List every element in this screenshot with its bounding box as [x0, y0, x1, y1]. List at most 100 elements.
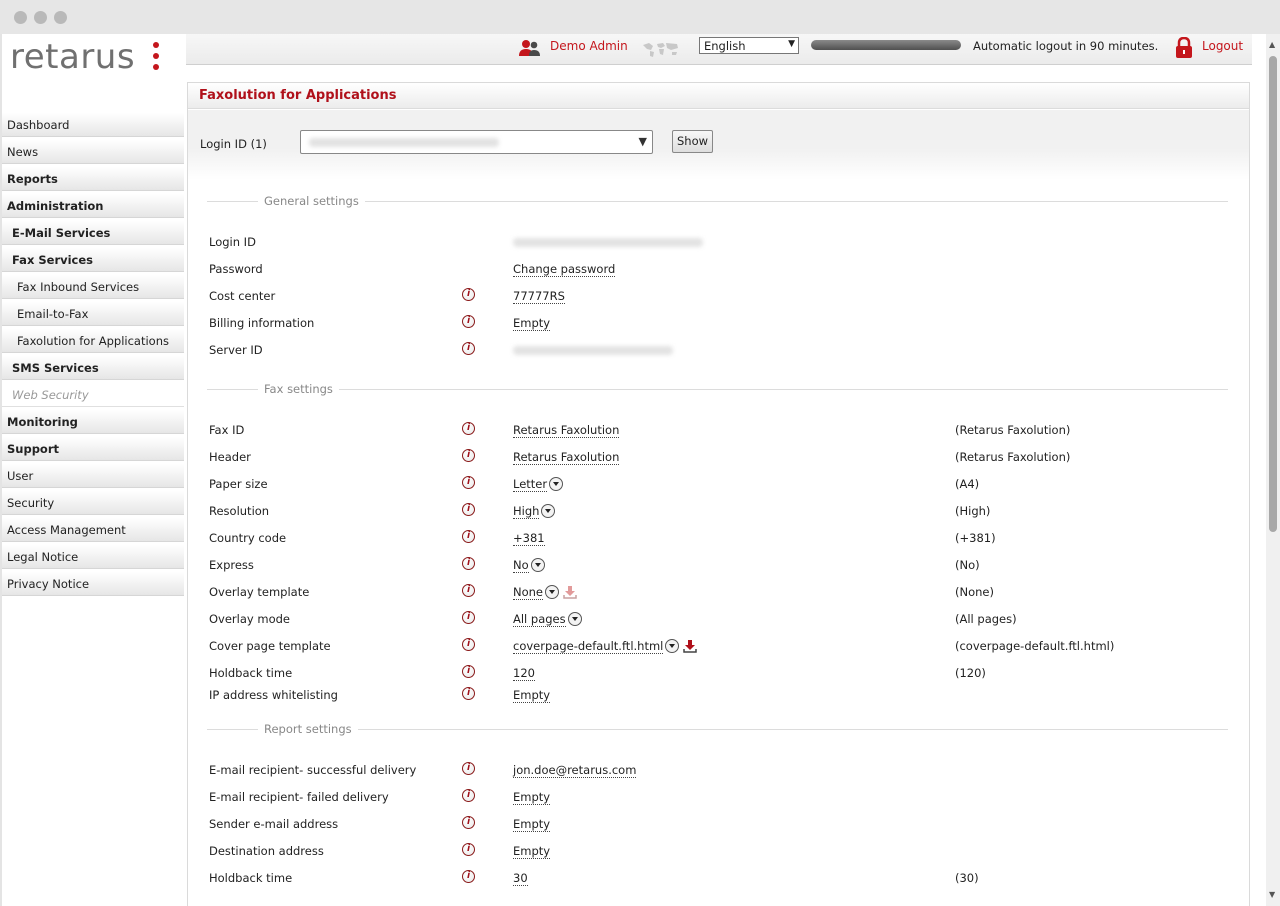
- logout-link[interactable]: Logout: [1202, 39, 1243, 53]
- editable-value[interactable]: All pages: [513, 612, 566, 627]
- info-icon[interactable]: i: [462, 315, 475, 328]
- sidebar-item-news[interactable]: News: [2, 140, 184, 164]
- sidebar-item-user[interactable]: User: [2, 464, 184, 488]
- sidebar-item-email-services[interactable]: E-Mail Services: [2, 221, 184, 245]
- window-maximize-dot[interactable]: [54, 11, 67, 24]
- sidebar-item-sms-services[interactable]: SMS Services: [2, 356, 184, 380]
- sidebar-item-security[interactable]: Security: [2, 491, 184, 515]
- retarus-logo[interactable]: retarus: [10, 37, 135, 77]
- setting-value[interactable]: All pages: [513, 611, 582, 627]
- sidebar-item-legal-notice[interactable]: Legal Notice: [2, 545, 184, 569]
- lock-icon[interactable]: [1175, 37, 1193, 59]
- setting-value[interactable]: Empty: [513, 817, 551, 832]
- page-scrollbar[interactable]: ▲ ▼: [1266, 34, 1280, 906]
- dropdown-icon[interactable]: [530, 557, 545, 572]
- scroll-up-icon[interactable]: ▲: [1269, 40, 1275, 49]
- info-icon[interactable]: i: [462, 584, 475, 597]
- editable-value[interactable]: Empty: [513, 817, 551, 832]
- sidebar-item-fax-services[interactable]: Fax Services: [2, 248, 184, 272]
- editable-value[interactable]: No: [513, 558, 529, 573]
- setting-value[interactable]: Retarus Faxolution: [513, 423, 620, 438]
- editable-value[interactable]: jon.doe@retarus.com: [513, 763, 637, 778]
- logo-dots: [153, 42, 159, 75]
- setting-label: E-mail recipient- failed delivery: [209, 790, 389, 804]
- setting-value[interactable]: coverpage-default.ftl.html: [513, 638, 698, 654]
- info-icon[interactable]: i: [462, 843, 475, 856]
- info-icon[interactable]: i: [462, 476, 475, 489]
- info-icon[interactable]: i: [462, 762, 475, 775]
- editable-value[interactable]: +381: [513, 531, 545, 546]
- editable-value[interactable]: Empty: [513, 316, 551, 331]
- info-icon[interactable]: i: [462, 422, 475, 435]
- setting-value[interactable]: 120: [513, 666, 535, 681]
- setting-label: Sender e-mail address: [209, 817, 339, 831]
- info-icon[interactable]: i: [462, 503, 475, 516]
- editable-value[interactable]: Empty: [513, 844, 551, 859]
- editable-value[interactable]: High: [513, 504, 540, 519]
- dropdown-icon[interactable]: [567, 611, 582, 626]
- dropdown-icon[interactable]: [545, 584, 560, 599]
- editable-value[interactable]: Empty: [513, 688, 551, 703]
- sidebar-item-faxolution-for-applications[interactable]: Faxolution for Applications: [2, 329, 184, 353]
- dropdown-icon[interactable]: [541, 503, 556, 518]
- info-icon[interactable]: i: [462, 789, 475, 802]
- sidebar-item-administration[interactable]: Administration: [2, 194, 184, 218]
- editable-value[interactable]: 30: [513, 871, 528, 886]
- sidebar-item-support[interactable]: Support: [2, 437, 184, 461]
- window-minimize-dot[interactable]: [34, 11, 47, 24]
- editable-value[interactable]: Retarus Faxolution: [513, 450, 620, 465]
- sidebar-item-reports[interactable]: Reports: [2, 167, 184, 191]
- world-map-icon[interactable]: [641, 40, 681, 58]
- editable-value[interactable]: Letter: [513, 477, 548, 492]
- download-icon[interactable]: [683, 639, 698, 653]
- sidebar-item-privacy-notice[interactable]: Privacy Notice: [2, 572, 184, 596]
- dropdown-icon[interactable]: [549, 476, 564, 491]
- scroll-thumb[interactable]: [1269, 56, 1277, 532]
- info-icon[interactable]: i: [462, 557, 475, 570]
- setting-value[interactable]: Empty: [513, 688, 551, 703]
- info-icon[interactable]: i: [462, 687, 475, 700]
- info-icon[interactable]: i: [462, 665, 475, 678]
- setting-value[interactable]: +381: [513, 531, 545, 546]
- window-close-dot[interactable]: [14, 11, 27, 24]
- show-button[interactable]: Show: [672, 130, 713, 153]
- sidebar-item-monitoring[interactable]: Monitoring: [2, 410, 184, 434]
- setting-value[interactable]: Letter: [513, 476, 564, 492]
- editable-value[interactable]: 77777RS: [513, 289, 565, 304]
- info-icon[interactable]: i: [462, 288, 475, 301]
- setting-value[interactable]: 77777RS: [513, 289, 565, 304]
- editable-value[interactable]: coverpage-default.ftl.html: [513, 639, 664, 654]
- setting-value[interactable]: Empty: [513, 790, 551, 805]
- info-icon[interactable]: i: [462, 342, 475, 355]
- login-id-select[interactable]: ▼: [300, 130, 653, 154]
- setting-label: Password: [209, 262, 263, 276]
- change-password-link[interactable]: Change password: [513, 262, 616, 277]
- current-user-link[interactable]: Demo Admin: [550, 39, 628, 53]
- info-icon[interactable]: i: [462, 449, 475, 462]
- info-icon[interactable]: i: [462, 870, 475, 883]
- setting-value[interactable]: None: [513, 584, 577, 600]
- setting-value[interactable]: High: [513, 503, 556, 519]
- setting-value[interactable]: Empty: [513, 316, 551, 331]
- scroll-down-icon[interactable]: ▼: [1269, 890, 1275, 899]
- sidebar-item-fax-inbound-services[interactable]: Fax Inbound Services: [2, 275, 184, 299]
- editable-value[interactable]: Retarus Faxolution: [513, 423, 620, 438]
- sidebar-item-dashboard[interactable]: Dashboard: [2, 113, 184, 137]
- info-icon[interactable]: i: [462, 530, 475, 543]
- setting-value[interactable]: No: [513, 557, 545, 573]
- sidebar-item-email-to-fax[interactable]: Email-to-Fax: [2, 302, 184, 326]
- setting-value[interactable]: jon.doe@retarus.com: [513, 763, 637, 778]
- language-select[interactable]: English ▼: [699, 37, 799, 54]
- dropdown-icon[interactable]: [665, 638, 680, 653]
- editable-value[interactable]: None: [513, 585, 544, 600]
- setting-value[interactable]: Change password: [513, 262, 616, 277]
- info-icon[interactable]: i: [462, 638, 475, 651]
- info-icon[interactable]: i: [462, 816, 475, 829]
- sidebar-item-access-management[interactable]: Access Management: [2, 518, 184, 542]
- setting-value[interactable]: Retarus Faxolution: [513, 450, 620, 465]
- setting-value[interactable]: Empty: [513, 844, 551, 859]
- info-icon[interactable]: i: [462, 611, 475, 624]
- setting-value[interactable]: 30: [513, 871, 528, 886]
- editable-value[interactable]: Empty: [513, 790, 551, 805]
- editable-value[interactable]: 120: [513, 666, 535, 681]
